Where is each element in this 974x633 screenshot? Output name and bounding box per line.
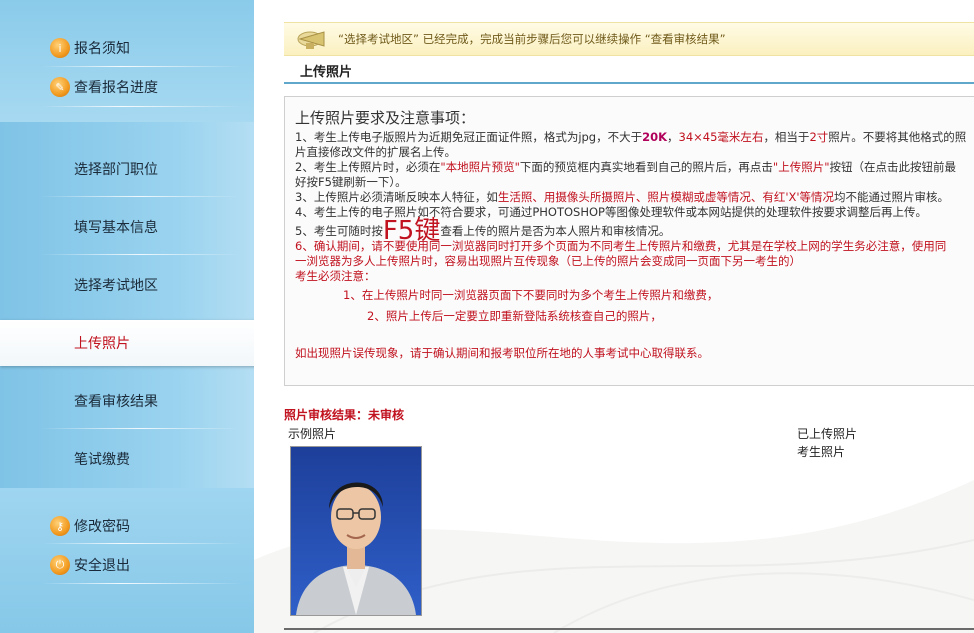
req-text: 3、上传照片必须清晰反映本人特征，如	[295, 190, 498, 204]
step-exam-region[interactable]: 选择考试地区	[0, 265, 254, 305]
req-line-1b: 片直接修改文件的扩展名上传。	[295, 145, 456, 159]
step-separator	[40, 196, 240, 197]
step-review-result[interactable]: 查看审核结果	[0, 381, 254, 421]
sidebar-link-progress[interactable]: ✎ 查看报名进度	[50, 73, 240, 101]
req-text: ，	[667, 130, 679, 144]
req-text: 2、考生上传照片时，必须在	[295, 160, 441, 174]
req-line-8: 1、在上传照片时同一浏览器页面下不要同时为多个考生上传照片和缴费，	[343, 288, 719, 302]
requirements-heading: 上传照片要求及注意事项：	[295, 109, 476, 127]
sidebar: i 报名须知 ✎ 查看报名进度 选择部门职位 填写基本信息 选择考试地区 上传照…	[0, 0, 254, 633]
sidebar-link-label: 修改密码	[74, 519, 130, 535]
step-label: 笔试缴费	[74, 452, 130, 468]
req-line-6: 6、确认期间，请不要使用同一浏览器同时打开多个页面为不同考生上传照片和缴费，尤其…	[295, 239, 947, 253]
req-button-ref: "上传照片"	[772, 160, 830, 174]
uploaded-photo-label: 已上传照片	[797, 427, 858, 441]
req-line-10: 如出现照片误传现象，请于确认期间和报考职位所在地的人事考试中心取得联系。	[295, 346, 709, 360]
key-icon: ⚷	[50, 516, 70, 536]
step-exam-payment[interactable]: 笔试缴费	[0, 439, 254, 479]
req-line-7: 考生必须注意：	[295, 269, 376, 283]
req-dimensions: 34×45毫米左右	[678, 130, 764, 144]
req-bad-photo-types: 生活照、用摄像头所摄照片、照片模糊或虚等情况、有红'X'等情况	[497, 190, 835, 204]
req-text: 1、考生上传电子版照片为近期免冠正面证件照，格式为jpg，不大于	[295, 130, 643, 144]
req-text: ，相当于	[763, 130, 810, 144]
step-label: 上传照片	[74, 336, 130, 352]
step-upload-photo[interactable]: 上传照片	[0, 320, 254, 366]
requirements-box: 上传照片要求及注意事项： 1、考生上传电子版照片为近期免冠正面证件照，格式为jp…	[284, 96, 974, 386]
req-line-9: 2、照片上传后一定要立即重新登陆系统核查自己的照片，	[367, 309, 662, 323]
req-line-3: 3、上传照片必须清晰反映本人特征，如生活照、用摄像头所摄照片、照片模糊或虚等情况…	[295, 190, 974, 205]
step-label: 选择考试地区	[74, 278, 158, 294]
sidebar-link-label: 查看报名进度	[74, 80, 158, 96]
step-label: 填写基本信息	[74, 220, 158, 236]
req-text: 下面的预览框内真实地看到自己的照片后，再点击	[519, 160, 773, 174]
req-line-2: 2、考生上传照片时，必须在"本地照片预览"下面的预览框内真实地看到自己的照片后，…	[295, 160, 974, 175]
sidebar-separator	[42, 583, 242, 584]
sidebar-separator	[42, 106, 242, 107]
step-label: 选择部门职位	[74, 162, 158, 178]
sample-photo	[290, 446, 422, 616]
req-line-1: 1、考生上传电子版照片为近期免冠正面证件照，格式为jpg，不大于20K，34×4…	[295, 130, 974, 145]
step-select-position[interactable]: 选择部门职位	[0, 149, 254, 189]
step-separator	[40, 428, 240, 429]
review-result: 照片审核结果：未审核	[284, 408, 405, 422]
notice-bar: “选择考试地区” 已经完成，完成当前步骤后您可以继续操作 “查看审核结果”	[284, 22, 974, 56]
sample-photo-label: 示例照片	[288, 427, 337, 441]
student-photo-label: 考生照片	[797, 445, 846, 459]
req-preview-ref: "本地照片预览"	[440, 160, 520, 174]
sidebar-separator	[42, 543, 242, 544]
req-line-5: 5、考生可随时按F5键查看上传的照片是否为本人照片和审核情况。	[295, 218, 974, 244]
sidebar-separator	[42, 66, 242, 67]
exit-icon: ⏻	[50, 555, 70, 575]
req-line-6b: 一浏览器为多人上传照片时，容易出现照片互传现象（已上传的照片会变成同一页面下另一…	[295, 254, 801, 268]
step-separator	[40, 254, 240, 255]
req-text: 查看上传的照片是否为本人照片和审核情况。	[440, 224, 671, 238]
info-icon: i	[50, 38, 70, 58]
step-basic-info[interactable]: 填写基本信息	[0, 207, 254, 247]
notice-text: “选择考试地区” 已经完成，完成当前步骤后您可以继续操作 “查看审核结果”	[338, 32, 726, 46]
section-title-text: 上传照片	[300, 64, 353, 80]
sidebar-link-logout[interactable]: ⏻ 安全退出	[50, 551, 240, 579]
req-text: 均不能通过照片审核。	[834, 190, 950, 204]
req-text: 照片。不要将其他格式的照	[828, 130, 967, 144]
req-size-limit: 20K	[642, 130, 668, 144]
progress-icon: ✎	[50, 77, 70, 97]
sidebar-link-change-password[interactable]: ⚷ 修改密码	[50, 512, 240, 540]
req-text: 5、考生可随时按	[295, 224, 383, 238]
sidebar-link-instructions[interactable]: i 报名须知	[50, 34, 240, 62]
main-content: “选择考试地区” 已经完成，完成当前步骤后您可以继续操作 “查看审核结果” 上传…	[254, 0, 974, 633]
req-text: 按钮（在点击此按钮前最	[829, 160, 957, 174]
section-title: 上传照片	[284, 58, 974, 84]
sidebar-link-label: 报名须知	[74, 41, 130, 57]
req-inch: 2寸	[809, 130, 829, 144]
req-line-2b: 好按F5键刷新一下）。	[295, 175, 407, 189]
sidebar-link-label: 安全退出	[74, 558, 130, 574]
bottom-rule	[284, 628, 974, 630]
speaker-icon	[296, 28, 330, 50]
step-label: 查看审核结果	[74, 394, 158, 410]
